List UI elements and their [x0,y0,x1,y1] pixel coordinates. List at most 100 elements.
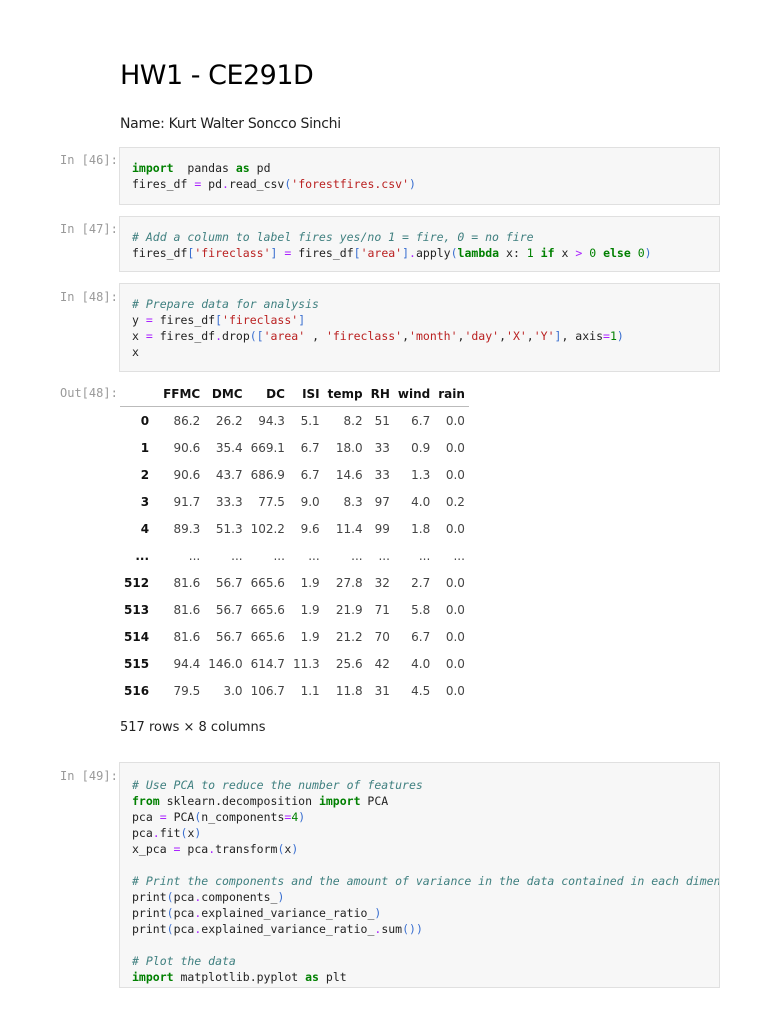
table-cell: 0.9 [411,440,431,455]
table-cell: 6.7 [411,413,431,428]
code-token: sklearn.decomposition [159,794,319,808]
code-cell-48[interactable]: # Prepare data for analysis y = fires_df[… [119,283,720,372]
code-token: 1 [526,246,534,260]
code-editor[interactable]: # Prepare data for analysis y = fires_df[… [120,296,719,360]
table-cell: 35.4 [215,440,243,455]
table-cell: ... [378,548,390,563]
row-index: 514 [124,629,150,644]
code-editor[interactable]: # Use PCA to reduce the number of featur… [120,777,719,985]
code-token: components_ [201,890,278,904]
code-token: 'fireclass' [325,329,403,343]
column-header: ISI [288,382,324,407]
code-token: 'area' [263,329,306,343]
row-index: 1 [140,440,150,455]
table-cell: 665.6 [250,575,285,590]
code-token: ] [298,313,306,327]
table-cell: 669.1 [250,440,285,455]
code-token: 'fireclass' [222,313,299,327]
cell-prompt: In [46]: [60,153,118,167]
table-cell: 9.6 [300,521,320,536]
code-token: # Prepare data for analysis [132,297,319,311]
table-cell: 42 [374,656,390,671]
table-row: 1 90.6 35.4 669.1 6.7 18.0 33 0.9 0.0 [120,434,469,461]
column-header: FFMC [159,382,205,407]
code-cell-46[interactable]: import pandas as pd fires_df = pd.read_cs… [119,147,720,205]
code-token: 'Y' [533,329,555,343]
table-cell: 71 [374,602,390,617]
code-token: pca [173,906,195,920]
column-header: RH [366,382,394,407]
code-line: import pandas as pd [132,160,719,176]
code-token: ()) [402,922,423,936]
table-row: 0 86.2 26.2 94.3 5.1 8.2 51 6.7 0.0 [120,407,469,435]
row-index: ... [135,548,150,563]
table-cell: 25.6 [335,656,363,671]
table-cell: 0.0 [445,656,465,671]
code-token: , [305,329,326,343]
code-token: 'forestfires.csv' [291,177,409,191]
code-token: . [222,177,229,191]
table-cell: 70 [374,629,390,644]
table-cell: 21.9 [335,602,363,617]
column-header: temp [323,382,367,407]
table-cell: 6.7 [411,629,431,644]
table-cell: 86.2 [173,413,201,428]
code-token: read_csv [228,177,285,191]
code-token: # Use PCA to reduce the number of featur… [132,778,423,792]
code-token: [ [353,246,361,260]
author-name: Name: Kurt Walter Soncco Sinchi [120,116,341,132]
code-cell-47[interactable]: # Add a column to label fires yes/no 1 =… [119,216,720,272]
code-token: pandas [173,161,236,175]
code-token: fires_df [132,177,195,191]
code-cell-49[interactable]: # Use PCA to reduce the number of featur… [119,762,720,988]
code-token: matplotlib.pyplot [173,970,306,984]
row-index: 2 [140,467,150,482]
code-token: ] [402,246,410,260]
table-row: 2 90.6 43.7 686.9 6.7 14.6 33 1.3 0.0 [120,461,469,488]
code-token: x [132,345,139,359]
table-row: 516 79.5 3.0 106.7 1.1 11.8 31 4.5 0.0 [120,677,469,704]
code-editor[interactable]: # Add a column to label fires yes/no 1 =… [120,229,719,261]
table-cell: 0.0 [445,413,465,428]
row-index: 4 [140,521,150,536]
table-cell: 51.3 [215,521,243,536]
code-token: , axis [561,329,603,343]
code-token: 0 [637,246,645,260]
code-token: . [152,826,160,840]
table-cell: 665.6 [250,629,285,644]
code-editor[interactable]: import pandas as pd fires_df = pd.read_cs… [120,160,719,192]
table-cell: 11.4 [335,521,363,536]
code-token: as [305,970,319,984]
table-cell: 77.5 [258,494,285,509]
code-token: pd [201,177,223,191]
table-cell: 11.8 [335,683,363,698]
table-cell: 106.7 [250,683,285,698]
notebook-title: HW1 - CE291D [120,60,314,91]
table-cell: ... [351,548,363,563]
code-token: from [132,794,160,808]
table-cell: 0.0 [445,683,465,698]
table-cell: 90.6 [173,440,201,455]
code-token: import [132,970,174,984]
dataframe-shape: 517 rows × 8 columns [120,720,266,735]
cell-prompt: In [47]: [60,222,118,236]
table-row: 515 94.4 146.0 614.7 11.3 25.6 42 4.0 0.0 [120,650,469,677]
table-cell: 1.9 [300,575,320,590]
code-token: 'X' [506,329,527,343]
table-cell: 5.1 [300,413,320,428]
table-cell: ... [418,548,431,563]
code-token: n_components [201,810,285,824]
code-token: ([ [249,329,264,343]
code-token: = [603,329,610,343]
table-cell: 0.0 [445,467,465,482]
table-cell: ... [231,548,243,563]
code-token: pd [249,161,271,175]
table-cell: 4.0 [411,656,431,671]
column-header: DMC [204,382,247,407]
code-line: print(pca.explained_variance_ratio_.sum(… [132,921,719,937]
table-cell: 6.7 [300,467,320,482]
table-cell: 33 [374,467,390,482]
code-token: ( [166,922,174,936]
